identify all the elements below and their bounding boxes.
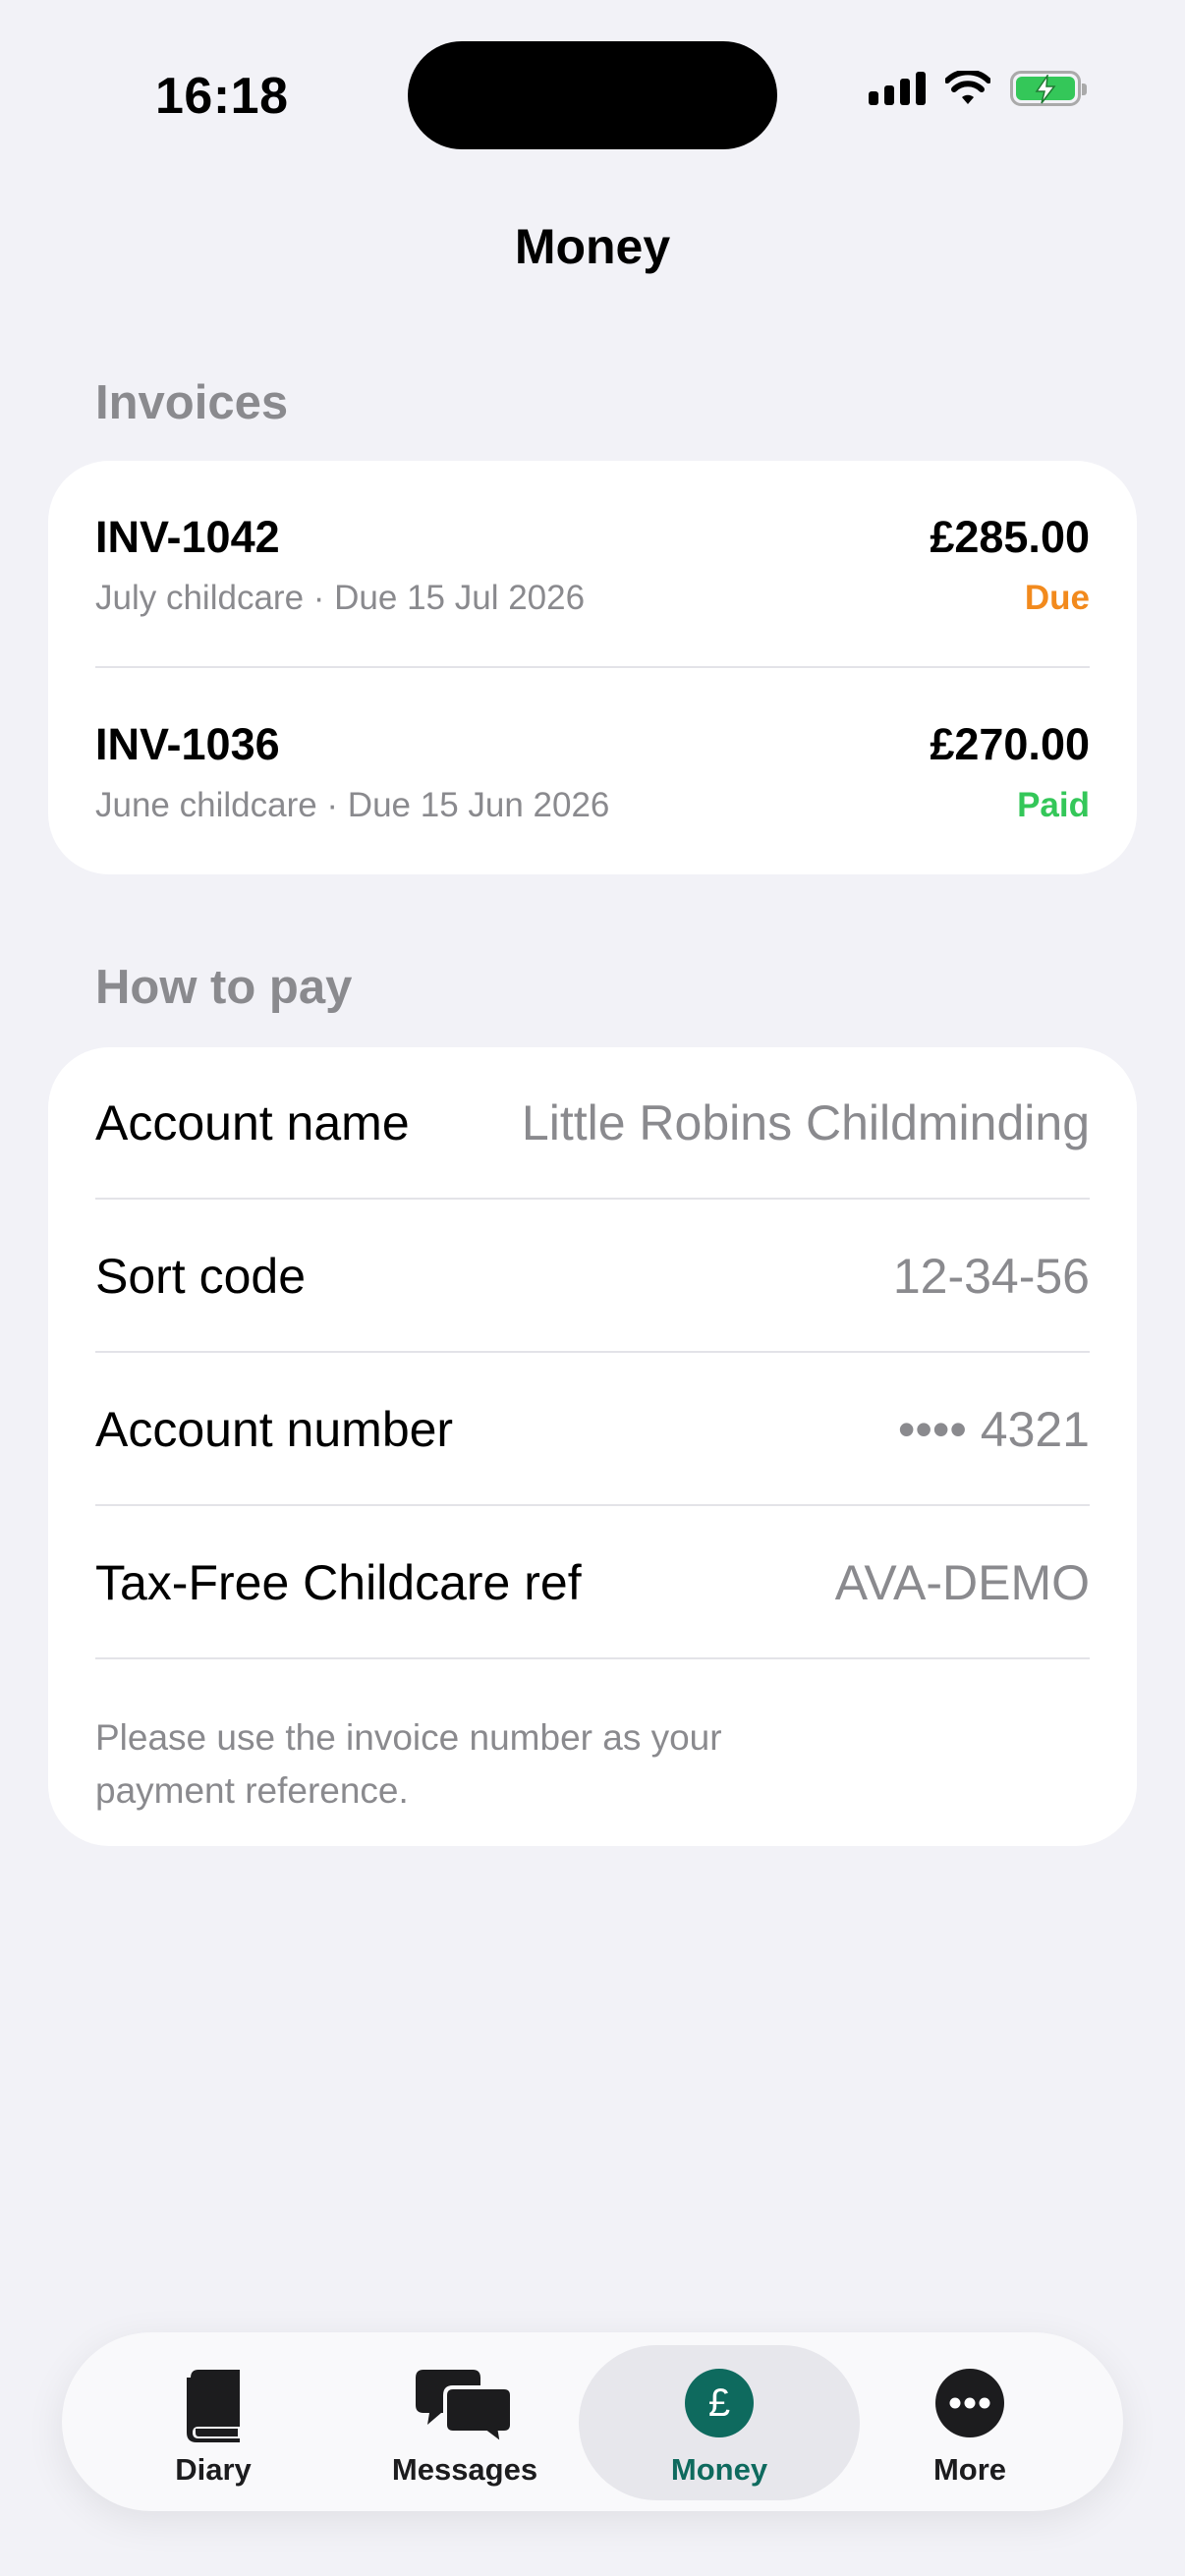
tab-diary[interactable]: Diary bbox=[87, 2332, 339, 2511]
payment-row-account-name[interactable]: Account name Little Robins Childminding bbox=[95, 1047, 1090, 1200]
tab-money[interactable]: £ Money bbox=[579, 2332, 860, 2511]
invoice-status-badge: Due bbox=[1024, 579, 1090, 617]
divider bbox=[95, 1198, 1090, 1200]
tab-messages[interactable]: Messages bbox=[339, 2332, 591, 2511]
payment-label: Tax-Free Childcare ref bbox=[95, 1555, 582, 1610]
wifi-icon bbox=[945, 71, 990, 104]
payment-value: •••• 4321 bbox=[897, 1402, 1090, 1457]
tab-label: Money bbox=[670, 2452, 768, 2487]
payment-value: 12-34-56 bbox=[892, 1249, 1090, 1304]
battery-icon bbox=[1010, 71, 1087, 106]
payment-label: Account number bbox=[95, 1402, 454, 1457]
invoice-id: INV-1042 bbox=[95, 512, 280, 562]
tab-bar: Diary Messages £ Money More bbox=[62, 2332, 1123, 2511]
payment-value: AVA-DEMO bbox=[834, 1555, 1090, 1610]
payment-label: Account name bbox=[95, 1095, 410, 1150]
svg-text:£: £ bbox=[708, 2381, 730, 2425]
chat-bubbles-icon bbox=[416, 2370, 514, 2444]
payment-value: Little Robins Childminding bbox=[521, 1095, 1090, 1150]
ellipsis-icon bbox=[935, 2369, 1004, 2437]
invoice-row[interactable]: INV-1036 June childcare · Due 15 Jun 202… bbox=[95, 668, 1090, 875]
page-title: Money bbox=[514, 219, 671, 274]
status-time: 16:18 bbox=[155, 68, 289, 125]
status-icons bbox=[869, 71, 1087, 106]
book-icon bbox=[187, 2370, 240, 2442]
payment-label: Sort code bbox=[95, 1249, 307, 1304]
tab-label: Messages bbox=[391, 2452, 538, 2487]
tab-more[interactable]: More bbox=[844, 2332, 1096, 2511]
payment-row-tax-free-ref[interactable]: Tax-Free Childcare ref AVA-DEMO bbox=[95, 1507, 1090, 1659]
invoice-status-badge: Paid bbox=[1017, 786, 1090, 824]
payment-reference-note: Please use the invoice number as your pa… bbox=[95, 1717, 722, 1811]
dynamic-island bbox=[408, 41, 777, 149]
payment-details-card: Account name Little Robins Childminding … bbox=[48, 1047, 1137, 1846]
invoice-description: July childcare · Due 15 Jul 2026 bbox=[95, 579, 586, 617]
divider bbox=[95, 1504, 1090, 1506]
cellular-signal-icon bbox=[869, 72, 926, 105]
tab-label: Diary bbox=[175, 2452, 252, 2487]
tab-label: More bbox=[932, 2452, 1007, 2487]
divider bbox=[95, 1351, 1090, 1353]
invoice-row[interactable]: INV-1042 July childcare · Due 15 Jul 202… bbox=[95, 461, 1090, 668]
how-to-pay-header: How to pay bbox=[95, 961, 353, 1014]
invoice-description: June childcare · Due 15 Jun 2026 bbox=[95, 786, 610, 824]
invoice-id: INV-1036 bbox=[95, 719, 280, 769]
invoice-amount: £285.00 bbox=[930, 512, 1090, 562]
invoice-amount: £270.00 bbox=[930, 719, 1090, 769]
payment-row-sort-code[interactable]: Sort code 12-34-56 bbox=[95, 1201, 1090, 1353]
pound-icon: £ bbox=[685, 2369, 754, 2437]
payment-row-account-number[interactable]: Account number •••• 4321 bbox=[95, 1354, 1090, 1506]
invoices-card: INV-1042 July childcare · Due 15 Jul 202… bbox=[48, 461, 1137, 874]
divider bbox=[95, 1657, 1090, 1659]
invoices-header: Invoices bbox=[95, 376, 289, 429]
